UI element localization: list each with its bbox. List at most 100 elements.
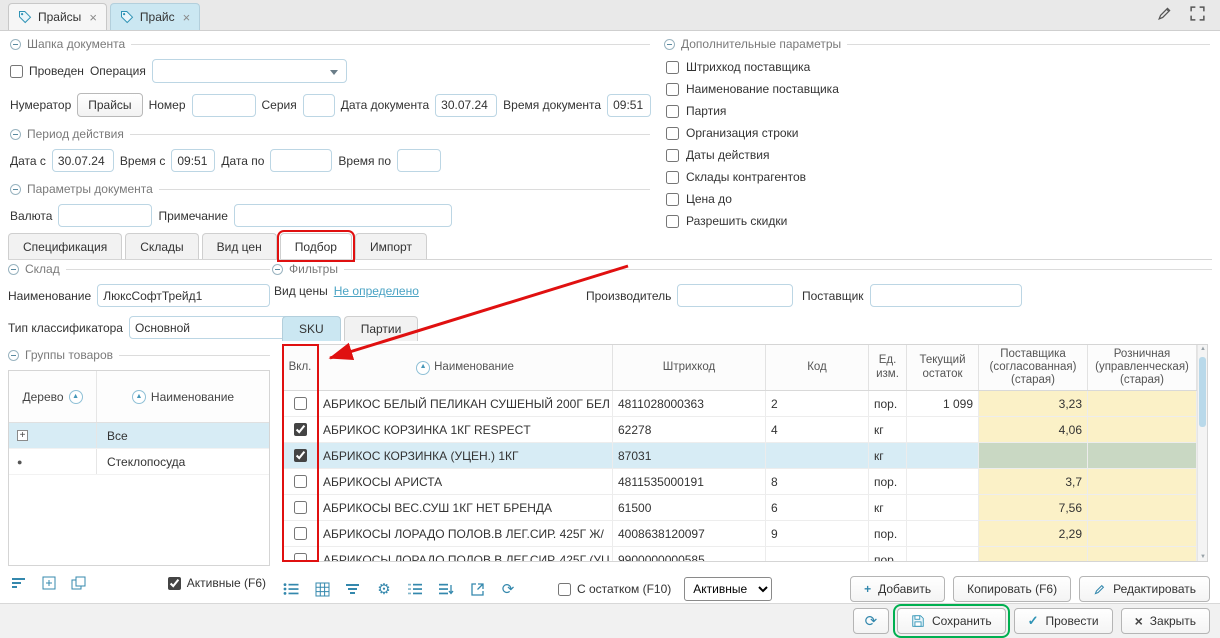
operation-select[interactable] bbox=[152, 59, 347, 83]
expand-icon[interactable]: + bbox=[17, 430, 28, 441]
row-include-checkbox[interactable] bbox=[294, 501, 307, 514]
collapse-icon[interactable] bbox=[272, 264, 283, 275]
tab-sku[interactable]: SKU bbox=[282, 316, 341, 341]
checkbox[interactable] bbox=[666, 149, 679, 162]
grid-view-icon[interactable] bbox=[313, 580, 331, 598]
additional-param-0[interactable]: Штрихкод поставщика bbox=[666, 60, 1210, 74]
checkbox[interactable] bbox=[666, 127, 679, 140]
warehouse-name-input[interactable] bbox=[97, 284, 270, 307]
include-cell[interactable] bbox=[283, 443, 318, 468]
table-row[interactable]: АБРИКОС БЕЛЫЙ ПЕЛИКАН СУШЕНЫЙ 200Г БЕЛ48… bbox=[283, 391, 1197, 417]
additional-param-6[interactable]: Цена до bbox=[666, 192, 1210, 206]
row-include-checkbox[interactable] bbox=[294, 423, 307, 436]
column-header-7[interactable]: Поставщика (согласованная) (старая) bbox=[979, 345, 1088, 390]
include-cell[interactable] bbox=[283, 495, 318, 520]
window-tab-pricelist[interactable]: Прайс × bbox=[110, 3, 200, 30]
copy-button[interactable]: Копировать (F6) bbox=[953, 576, 1071, 602]
date-from-input[interactable] bbox=[52, 149, 114, 172]
date-to-input[interactable] bbox=[270, 149, 332, 172]
scrollbar[interactable]: ▲ ▼ bbox=[1197, 345, 1207, 561]
collapse-icon[interactable] bbox=[664, 39, 675, 50]
row-include-checkbox[interactable] bbox=[294, 449, 307, 462]
include-cell[interactable] bbox=[283, 521, 318, 546]
active-groups-checkbox[interactable]: Активные (F6) bbox=[168, 576, 266, 590]
edit-pencil-icon[interactable] bbox=[1156, 5, 1173, 22]
filter-icon[interactable] bbox=[344, 580, 362, 598]
checkbox[interactable] bbox=[666, 193, 679, 206]
save-button[interactable]: Сохранить bbox=[897, 608, 1006, 634]
include-cell[interactable] bbox=[283, 547, 318, 562]
table-row[interactable]: АБРИКОС КОРЗИНКА (УЦЕН.) 1КГ87031кг bbox=[283, 443, 1197, 469]
note-input[interactable] bbox=[234, 204, 452, 227]
post-button[interactable]: ✓Провести bbox=[1014, 608, 1113, 634]
close-icon[interactable]: × bbox=[89, 10, 97, 25]
active-groups-checkbox-input[interactable] bbox=[168, 577, 181, 590]
view-filter-select[interactable]: Активные bbox=[684, 577, 772, 601]
filter-sort-icon[interactable] bbox=[10, 574, 28, 592]
additional-param-1[interactable]: Наименование поставщика bbox=[666, 82, 1210, 96]
export-icon[interactable] bbox=[468, 580, 486, 598]
with-stock-checkbox[interactable]: С остатком (F10) bbox=[558, 582, 671, 596]
time-to-input[interactable] bbox=[397, 149, 441, 172]
supplier-input[interactable] bbox=[870, 284, 1022, 307]
additional-param-4[interactable]: Даты действия bbox=[666, 148, 1210, 162]
collapse-icon[interactable] bbox=[8, 350, 19, 361]
column-header-1[interactable]: Вкл. bbox=[283, 345, 318, 390]
doc-tab-1[interactable]: Спецификация bbox=[8, 233, 122, 259]
table-row[interactable]: АБРИКОСЫ ЛОРАДО ПОЛОВ.В ЛЕГ.СИР. 425Г Ж/… bbox=[283, 521, 1197, 547]
number-input[interactable] bbox=[192, 94, 256, 117]
groups-column-name[interactable]: ▲Наименование bbox=[97, 371, 269, 422]
scrollbar-thumb[interactable] bbox=[1199, 357, 1206, 427]
collapse-icon[interactable] bbox=[10, 184, 21, 195]
copy-group-icon[interactable] bbox=[70, 574, 88, 592]
manufacturer-input[interactable] bbox=[677, 284, 793, 307]
collapse-icon[interactable] bbox=[10, 39, 21, 50]
posted-checkbox[interactable]: Проведен bbox=[10, 64, 84, 78]
refresh-button[interactable]: ⟳ bbox=[853, 608, 889, 634]
row-include-checkbox[interactable] bbox=[294, 527, 307, 540]
group-row[interactable]: +Все bbox=[9, 423, 269, 449]
sort-icon[interactable]: ▲ bbox=[69, 390, 83, 404]
scroll-down-icon[interactable]: ▼ bbox=[1198, 554, 1208, 560]
close-icon[interactable]: × bbox=[183, 10, 191, 25]
row-include-checkbox[interactable] bbox=[294, 553, 307, 562]
checkbox[interactable] bbox=[666, 83, 679, 96]
sort-icon[interactable]: ▲ bbox=[416, 361, 430, 375]
time-from-input[interactable] bbox=[171, 149, 215, 172]
sort-list-icon[interactable] bbox=[437, 580, 455, 598]
additional-param-5[interactable]: Склады контрагентов bbox=[666, 170, 1210, 184]
collapse-icon[interactable] bbox=[8, 264, 19, 275]
posted-checkbox-input[interactable] bbox=[10, 65, 23, 78]
doc-tab-2[interactable]: Склады bbox=[125, 233, 198, 259]
group-row[interactable]: ●Стеклопосуда bbox=[9, 449, 269, 475]
include-cell[interactable] bbox=[283, 417, 318, 442]
series-input[interactable] bbox=[303, 94, 335, 117]
currency-input[interactable] bbox=[58, 204, 152, 227]
table-row[interactable]: АБРИКОСЫ ВЕС.СУШ 1КГ НЕТ БРЕНДА615006кг7… bbox=[283, 495, 1197, 521]
scroll-up-icon[interactable]: ▲ bbox=[1198, 346, 1208, 352]
price-type-link[interactable]: Не определено bbox=[334, 284, 419, 298]
doc-tab-4[interactable]: Подбор bbox=[280, 233, 352, 259]
column-header-6[interactable]: Текущий остаток bbox=[907, 345, 979, 390]
numerator-button[interactable]: Прайсы bbox=[77, 93, 142, 117]
additional-param-2[interactable]: Партия bbox=[666, 104, 1210, 118]
doc-tab-5[interactable]: Импорт bbox=[355, 233, 427, 259]
with-stock-checkbox-input[interactable] bbox=[558, 583, 571, 596]
list-view-icon[interactable] bbox=[282, 580, 300, 598]
sort-icon[interactable]: ▲ bbox=[132, 390, 146, 404]
groups-column-tree[interactable]: Дерево▲ bbox=[9, 371, 97, 422]
table-row[interactable]: АБРИКОСЫ АРИСТА48115350001918пор.3,7 bbox=[283, 469, 1197, 495]
include-cell[interactable] bbox=[283, 391, 318, 416]
checkbox[interactable] bbox=[666, 171, 679, 184]
additional-param-3[interactable]: Организация строки bbox=[666, 126, 1210, 140]
add-button[interactable]: +Добавить bbox=[850, 576, 945, 602]
row-include-checkbox[interactable] bbox=[294, 475, 307, 488]
refresh-list-icon[interactable]: ⟳ bbox=[499, 580, 517, 598]
classifier-input[interactable] bbox=[129, 316, 296, 339]
table-row[interactable]: АБРИКОСЫ ЛОРАДО ПОЛОВ.В ЛЕГ.СИР. 425Г (У… bbox=[283, 547, 1197, 562]
collapse-icon[interactable] bbox=[10, 129, 21, 140]
doc-date-input[interactable] bbox=[435, 94, 497, 117]
edit-button[interactable]: Редактировать bbox=[1079, 576, 1210, 602]
numbered-list-icon[interactable] bbox=[406, 580, 424, 598]
settings-gear-icon[interactable]: ⚙ bbox=[375, 580, 393, 598]
